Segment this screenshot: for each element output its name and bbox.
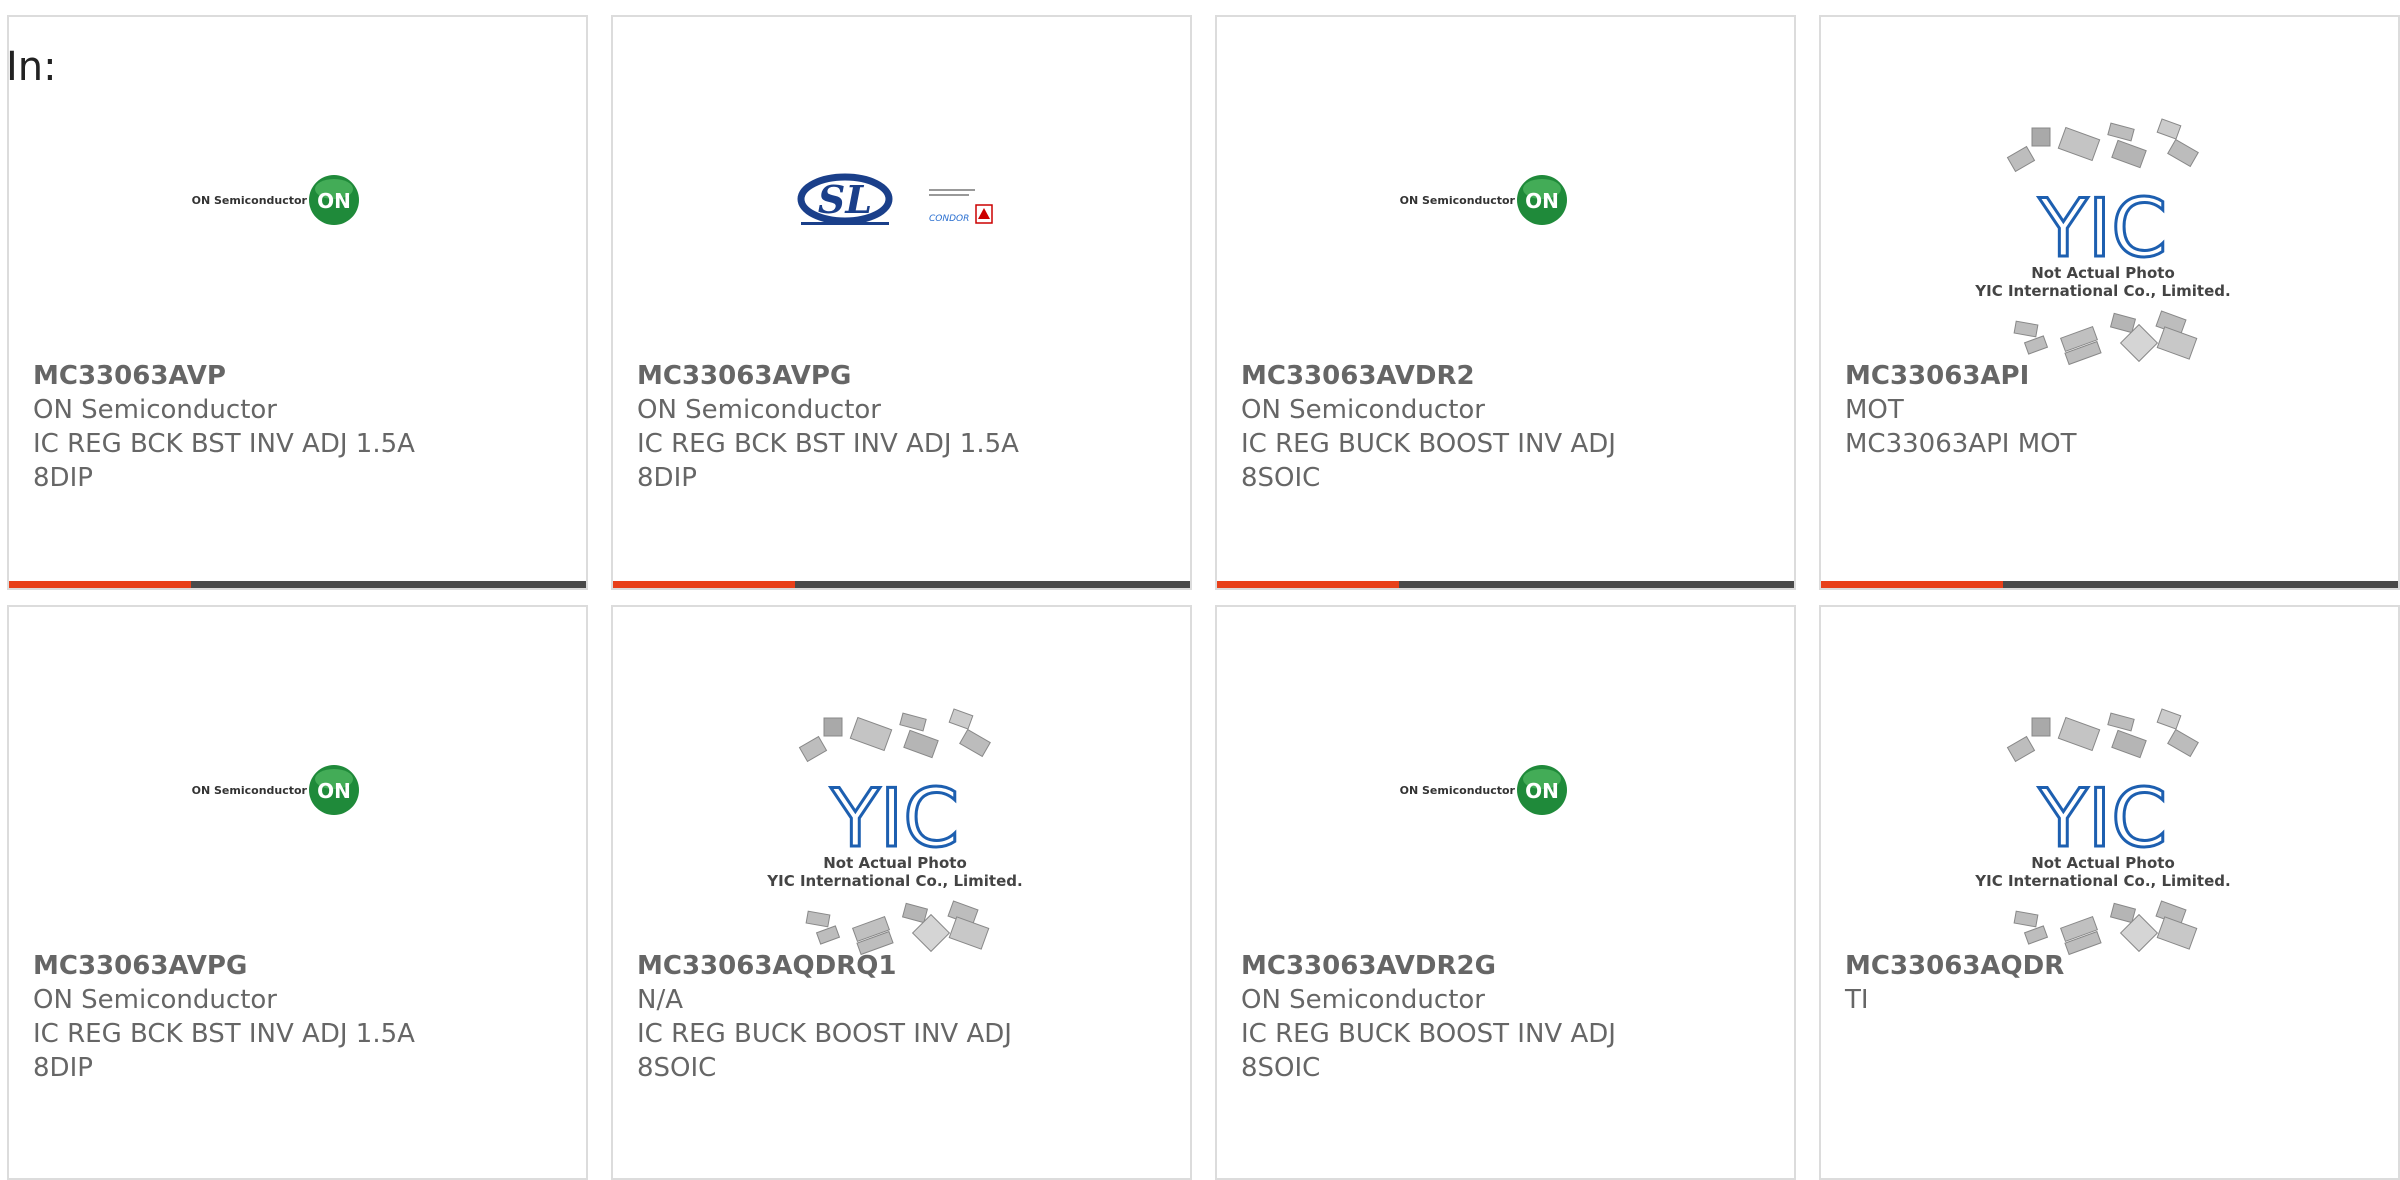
card-bottom-bar bbox=[9, 581, 586, 588]
description-line: IC REG BCK BST INV ADJ 1.5A bbox=[33, 1019, 415, 1049]
part-number[interactable]: MC33063AQDR bbox=[1845, 949, 2378, 983]
on-semiconductor-logo: ON Semiconductor ON bbox=[1400, 765, 1567, 815]
card-bottom-bar bbox=[1821, 581, 2398, 588]
manufacturer: ON Semiconductor bbox=[637, 395, 881, 425]
manufacturer: ON Semiconductor bbox=[1241, 395, 1485, 425]
product-card[interactable]: ON Semiconductor ON MC33063AVDR2G ON Semico… bbox=[1215, 605, 1796, 1180]
product-info: MC33063AVDR2G ON Semiconductor IC REG BUCK… bbox=[1241, 949, 1774, 1085]
on-badge-text: ON bbox=[317, 779, 351, 803]
on-badge-text: ON bbox=[1525, 189, 1559, 213]
product-card[interactable]: YIC Not Actual Photo YIC International Co.… bbox=[1819, 605, 2400, 1180]
company-caption: YIC International Co., Limited. bbox=[766, 872, 1022, 890]
product-card[interactable]: ON Semiconductor ON MC33063AVDR2 ON Semicon… bbox=[1215, 15, 1796, 590]
on-semiconductor-logo: ON Semiconductor ON bbox=[192, 765, 359, 815]
yic-logo-text: YIC bbox=[830, 772, 959, 865]
card-accent-bar bbox=[1821, 581, 2003, 588]
description-line: IC REG BCK BST INV ADJ 1.5A bbox=[33, 429, 415, 459]
card-accent-bar bbox=[9, 581, 191, 588]
part-number[interactable]: MC33063AVDR2G bbox=[1241, 949, 1774, 983]
product-image[interactable]: SL CONDOR bbox=[613, 117, 1190, 367]
logo-text: ON Semiconductor bbox=[1400, 784, 1516, 797]
card-bottom-bar bbox=[1217, 581, 1794, 588]
part-number[interactable]: MC33063AVDR2 bbox=[1241, 359, 1774, 393]
product-info: MC33063AVDR2 ON Semiconductor IC REG BUCK … bbox=[1241, 359, 1774, 495]
description-line: IC REG BUCK BOOST INV ADJ bbox=[1241, 429, 1616, 459]
manufacturer: TI bbox=[1845, 985, 1869, 1015]
yic-placeholder-logo: YICNot Actual PhotoYIC International Co.… bbox=[1974, 118, 2231, 366]
product-image[interactable]: YIC Not Actual Photo YIC International Co.… bbox=[1821, 117, 2398, 367]
card-accent-bar bbox=[1217, 581, 1399, 588]
product-grid: ON Semiconductor ON MC33063AVP ON Semicondu… bbox=[0, 0, 2400, 1180]
yic-logo-text: YIC bbox=[2038, 772, 2167, 865]
on-semiconductor-logo: ON Semiconductor ON bbox=[192, 175, 359, 225]
part-number[interactable]: MC33063AQDRQ1 bbox=[637, 949, 1170, 983]
company-caption: YIC International Co., Limited. bbox=[1974, 872, 2230, 890]
manufacturer: ON Semiconductor bbox=[33, 985, 277, 1015]
on-badge-text: ON bbox=[1525, 779, 1559, 803]
card-accent-bar bbox=[613, 581, 795, 588]
product-image[interactable]: YIC Not Actual Photo YIC International Co.… bbox=[613, 707, 1190, 957]
description-line: IC REG BCK BST INV ADJ 1.5A bbox=[637, 429, 1019, 459]
product-image[interactable]: YIC Not Actual Photo YIC International Co.… bbox=[1821, 707, 2398, 957]
logo-text: ON Semiconductor bbox=[192, 784, 308, 797]
photo-caption: Not Actual Photo bbox=[823, 854, 967, 872]
logo-text: SL bbox=[818, 177, 872, 222]
logo-text: ON Semiconductor bbox=[192, 194, 308, 207]
part-number[interactable]: MC33063AVP bbox=[33, 359, 566, 393]
description-line: 8DIP bbox=[33, 463, 93, 493]
description-line: IC REG BUCK BOOST INV ADJ bbox=[637, 1019, 1012, 1049]
photo-caption: Not Actual Photo bbox=[2031, 854, 2175, 872]
product-image[interactable]: ON Semiconductor ON bbox=[9, 707, 586, 957]
description-line: IC REG BUCK BOOST INV ADJ bbox=[1241, 1019, 1616, 1049]
product-info: MC33063AQDRQ1 N/A IC REG BUCK BOOST INV AD… bbox=[637, 949, 1170, 1085]
product-card[interactable]: YIC Not Actual Photo YIC International Co.… bbox=[1819, 15, 2400, 590]
product-info: MC33063AVPG ON Semiconductor IC REG BCK BS… bbox=[637, 359, 1170, 495]
manufacturer: ON Semiconductor bbox=[1241, 985, 1485, 1015]
part-number[interactable]: MC33063AVPG bbox=[637, 359, 1170, 393]
manufacturer: ON Semiconductor bbox=[33, 395, 277, 425]
on-badge-text: ON bbox=[317, 189, 351, 213]
card-bottom-bar bbox=[613, 581, 1190, 588]
product-card[interactable]: ON Semiconductor ON MC33063AVP ON Semicondu… bbox=[7, 15, 588, 590]
description-line: 8SOIC bbox=[1241, 463, 1321, 493]
photo-caption: Not Actual Photo bbox=[2031, 264, 2175, 282]
on-semiconductor-logo: ON Semiconductor ON bbox=[1400, 175, 1567, 225]
description-line: 8SOIC bbox=[637, 1053, 717, 1083]
description-line: 8DIP bbox=[33, 1053, 93, 1083]
product-image[interactable]: ON Semiconductor ON bbox=[1217, 117, 1794, 367]
manufacturer: N/A bbox=[637, 985, 683, 1015]
company-caption: YIC International Co., Limited. bbox=[1974, 282, 2230, 300]
description-line: 8SOIC bbox=[1241, 1053, 1321, 1083]
sl-power-electronics-logo: SL CONDOR bbox=[797, 173, 993, 225]
yic-logo-text: YIC bbox=[2038, 182, 2167, 275]
description-line: MC33063API MOT bbox=[1845, 429, 2077, 459]
product-info: MC33063AQDR TI bbox=[1845, 949, 2378, 1017]
product-card[interactable]: YIC Not Actual Photo YIC International Co.… bbox=[611, 605, 1192, 1180]
product-info: MC33063AVP ON Semiconductor IC REG BCK BST… bbox=[33, 359, 566, 495]
product-image[interactable]: ON Semiconductor ON bbox=[9, 117, 586, 367]
part-number[interactable]: MC33063AVPG bbox=[33, 949, 566, 983]
yic-placeholder-logo: YICNot Actual PhotoYIC International Co.… bbox=[1974, 708, 2231, 956]
filter-label: In: bbox=[6, 44, 57, 90]
product-image[interactable]: ON Semiconductor ON bbox=[1217, 707, 1794, 957]
product-card[interactable]: ON Semiconductor ON MC33063AVPG ON Semicond… bbox=[7, 605, 588, 1180]
part-number[interactable]: MC33063API bbox=[1845, 359, 2378, 393]
product-card[interactable]: SL CONDOR MC33063AVPG ON Semiconductor IC RE… bbox=[611, 15, 1192, 590]
product-info: MC33063AVPG ON Semiconductor IC REG BCK BS… bbox=[33, 949, 566, 1085]
logo-text: ON Semiconductor bbox=[1400, 194, 1516, 207]
yic-placeholder-logo: YICNot Actual PhotoYIC International Co.… bbox=[766, 708, 1023, 956]
condor-text: CONDOR bbox=[929, 214, 969, 224]
manufacturer: MOT bbox=[1845, 395, 1904, 425]
description-line: 8DIP bbox=[637, 463, 697, 493]
product-info: MC33063API MOT MC33063API MOT bbox=[1845, 359, 2378, 461]
